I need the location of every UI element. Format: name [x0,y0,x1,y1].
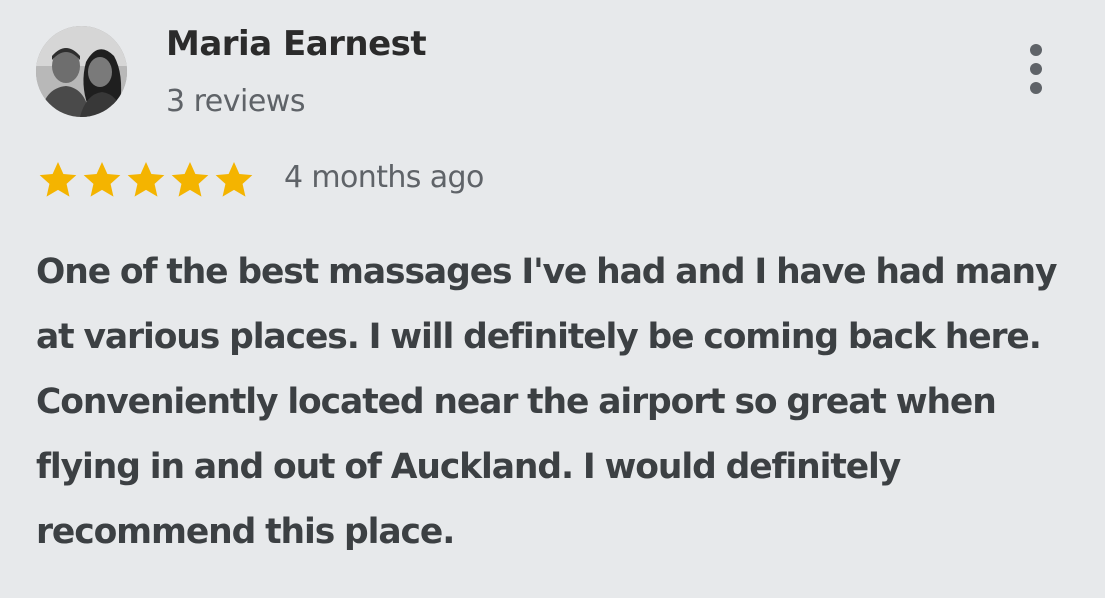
star-icon [127,162,165,197]
review-text: One of the best massages I've had and I … [36,252,1057,552]
star-icon [83,162,121,197]
star-icon [171,162,209,197]
more-options-button[interactable] [1016,40,1056,102]
review-date: 4 months ago [284,160,484,195]
review-card: Maria Earnest 3 reviews 4 months ago One… [0,0,1105,598]
author-name[interactable]: Maria Earnest [166,24,427,64]
avatar-photo [36,26,127,117]
avatar[interactable] [36,26,127,117]
star-icon [215,162,253,197]
star-rating [36,158,256,202]
author-review-count: 3 reviews [166,84,305,119]
star-icon [39,162,77,197]
more-vertical-icon [1030,44,1042,94]
